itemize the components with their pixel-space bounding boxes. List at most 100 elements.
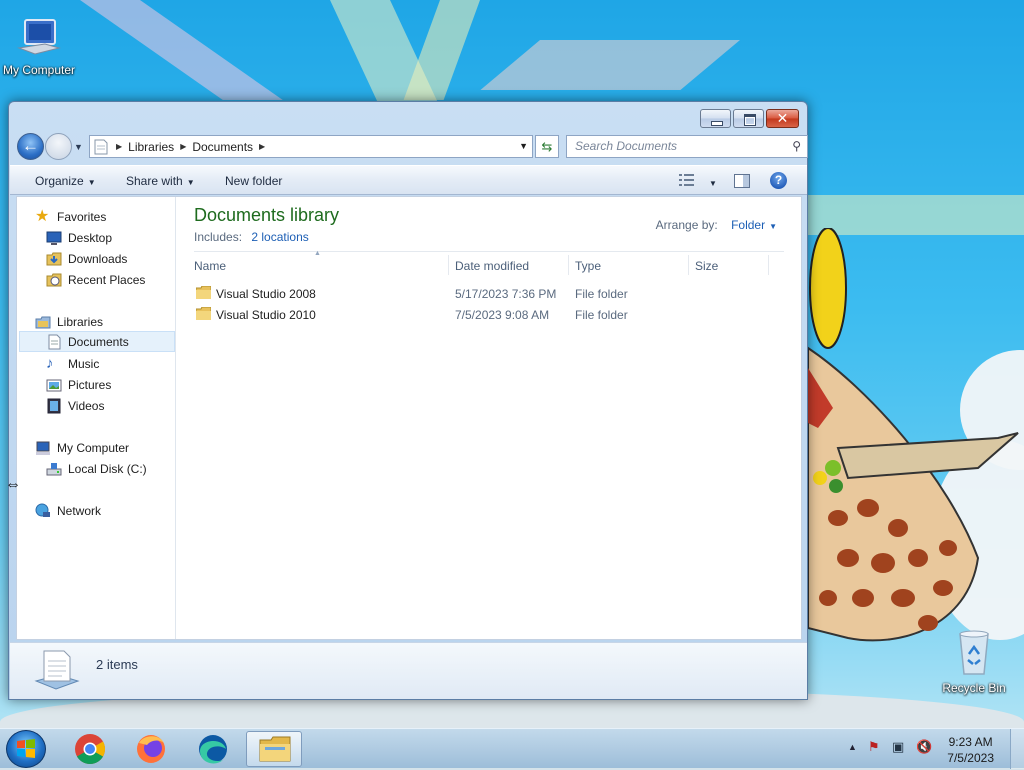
close-button[interactable]: ✕: [766, 109, 799, 128]
nav-label: Recent Places: [68, 272, 146, 287]
nav-libraries[interactable]: Libraries: [35, 311, 103, 332]
address-bar[interactable]: ▶ Libraries ▶ Documents ▶ ▼: [89, 135, 533, 158]
nav-pictures[interactable]: Pictures: [46, 374, 111, 395]
chrome-icon: [75, 734, 106, 765]
network-status-icon[interactable]: ▣: [892, 739, 904, 755]
maximize-button[interactable]: [733, 109, 764, 128]
help-button[interactable]: ?: [770, 172, 787, 189]
column-headers: ▲ Name Date modified Type Size: [194, 250, 784, 277]
flag-icon[interactable]: ⚑: [868, 739, 880, 755]
refresh-button[interactable]: ⇆: [535, 135, 559, 158]
nav-local-disk[interactable]: Local Disk (C:): [46, 458, 147, 479]
breadcrumb-documents[interactable]: Documents: [192, 140, 253, 154]
chevron-down-icon: ▼: [74, 142, 83, 152]
nav-label: Documents: [68, 334, 129, 349]
column-divider[interactable]: [568, 255, 569, 275]
nav-favorites[interactable]: ★ Favorites: [35, 206, 106, 227]
navigation-row: ← ▼ ▶ Libraries ▶ Documents ▶ ▼ ⇆ Search…: [17, 133, 808, 161]
file-row[interactable]: Visual Studio 2010 7/5/2023 9:08 AM File…: [194, 305, 784, 325]
clock-time: 9:23 AM: [948, 735, 993, 749]
nav-label: Desktop: [68, 230, 113, 245]
column-header-date[interactable]: Date modified: [455, 259, 529, 273]
volume-muted-icon[interactable]: 🔇: [916, 739, 932, 755]
nav-network[interactable]: Network: [35, 500, 101, 521]
header-divider: [194, 251, 784, 252]
desktop-icon: [46, 231, 62, 245]
share-with-button[interactable]: Share with ▼: [126, 174, 195, 188]
nav-my-computer[interactable]: My Computer: [35, 437, 129, 458]
column-divider[interactable]: [768, 255, 769, 275]
file-type: File folder: [575, 287, 628, 301]
back-button[interactable]: ←: [17, 133, 44, 160]
file-date: 5/17/2023 7:36 PM: [455, 287, 557, 301]
column-header-size[interactable]: Size: [695, 259, 718, 273]
help-icon: ?: [774, 173, 783, 187]
view-options-dropdown[interactable]: ▼: [705, 175, 717, 189]
star-icon: ★: [35, 207, 50, 225]
arrange-by-dropdown[interactable]: Folder: [731, 218, 765, 232]
desktop-icon-recycle-bin[interactable]: Recycle Bin: [932, 630, 1016, 695]
organize-button[interactable]: Organize ▼: [35, 174, 96, 188]
desktop-icon-my-computer[interactable]: My Computer: [0, 18, 81, 77]
breadcrumb-libraries[interactable]: Libraries: [128, 140, 174, 154]
change-view-button[interactable]: [679, 174, 695, 189]
taskbar-app-chrome[interactable]: [62, 731, 118, 767]
desktop-icon-label: My Computer: [2, 63, 76, 77]
breadcrumb-separator-icon: ▶: [180, 142, 187, 151]
nav-label: Favorites: [57, 209, 107, 224]
start-button[interactable]: [6, 730, 46, 768]
breadcrumb-separator-icon[interactable]: ▶: [259, 142, 265, 151]
taskbar-app-firefox[interactable]: [123, 731, 179, 767]
clock[interactable]: 9:23 AM 7/5/2023: [947, 734, 994, 766]
nav-music[interactable]: ♪ Music: [46, 353, 99, 374]
new-folder-button[interactable]: New folder: [225, 174, 282, 188]
folder-icon: [196, 307, 211, 320]
file-row[interactable]: Visual Studio 2008 5/17/2023 7:36 PM Fil…: [194, 284, 784, 304]
includes-label: Includes:: [194, 230, 243, 244]
column-divider[interactable]: [448, 255, 449, 275]
minimize-button[interactable]: [700, 109, 731, 128]
file-date: 7/5/2023 9:08 AM: [455, 308, 550, 322]
show-desktop-button[interactable]: [1010, 729, 1024, 769]
preview-pane-button[interactable]: [734, 174, 750, 191]
locations-link[interactable]: 2 locations: [251, 230, 308, 244]
history-dropdown[interactable]: ▼: [74, 142, 83, 152]
chevron-down-icon[interactable]: ▼: [769, 222, 777, 231]
network-icon: [35, 503, 50, 517]
explorer-window[interactable]: ✕ ← ▼ ▶ Libraries ▶ Documents ▶ ▼ ⇆ Sear…: [8, 101, 808, 700]
nav-desktop[interactable]: Desktop: [46, 227, 112, 248]
arrange-label: Arrange by:: [655, 218, 718, 232]
resize-cursor-icon: ⇔: [5, 476, 21, 493]
nav-documents[interactable]: Documents: [19, 331, 175, 352]
wallpaper-figure: [808, 228, 1019, 642]
nav-label: Downloads: [68, 251, 128, 266]
window-controls: ✕: [700, 109, 799, 128]
folder-icon: [196, 286, 211, 299]
nav-videos[interactable]: Videos: [46, 395, 104, 416]
libraries-icon: [35, 316, 51, 328]
nav-label: My Computer: [57, 440, 130, 455]
nav-label: Pictures: [68, 377, 112, 392]
system-tray: ▲ ⚑ ▣ 🔇 9:23 AM 7/5/2023: [834, 729, 1024, 769]
show-hidden-icons-icon[interactable]: ▲: [848, 742, 857, 752]
forward-button[interactable]: [45, 133, 72, 160]
edge-icon: [199, 735, 227, 764]
nav-label: Music: [68, 356, 100, 371]
back-arrow-icon: ←: [22, 136, 39, 155]
taskbar-app-file-explorer[interactable]: [246, 731, 302, 767]
taskbar-app-edge[interactable]: [185, 731, 241, 767]
column-header-type[interactable]: Type: [575, 259, 601, 273]
videos-icon: [47, 398, 61, 413]
nav-downloads[interactable]: Downloads: [46, 248, 127, 269]
refresh-icon: ⇆: [541, 139, 553, 154]
documents-icon: [48, 334, 61, 349]
nav-recent-places[interactable]: Recent Places: [46, 269, 145, 290]
documents-library-icon: [34, 650, 80, 690]
column-header-name[interactable]: Name: [194, 259, 226, 273]
desktop-icon-label: Recycle Bin: [942, 681, 1006, 695]
search-input[interactable]: Search Documents ⚲: [566, 135, 808, 158]
file-name: Visual Studio 2008: [216, 287, 316, 301]
address-dropdown-icon[interactable]: ▼: [519, 141, 528, 151]
column-divider[interactable]: [688, 255, 689, 275]
search-icon[interactable]: ⚲: [792, 136, 801, 157]
